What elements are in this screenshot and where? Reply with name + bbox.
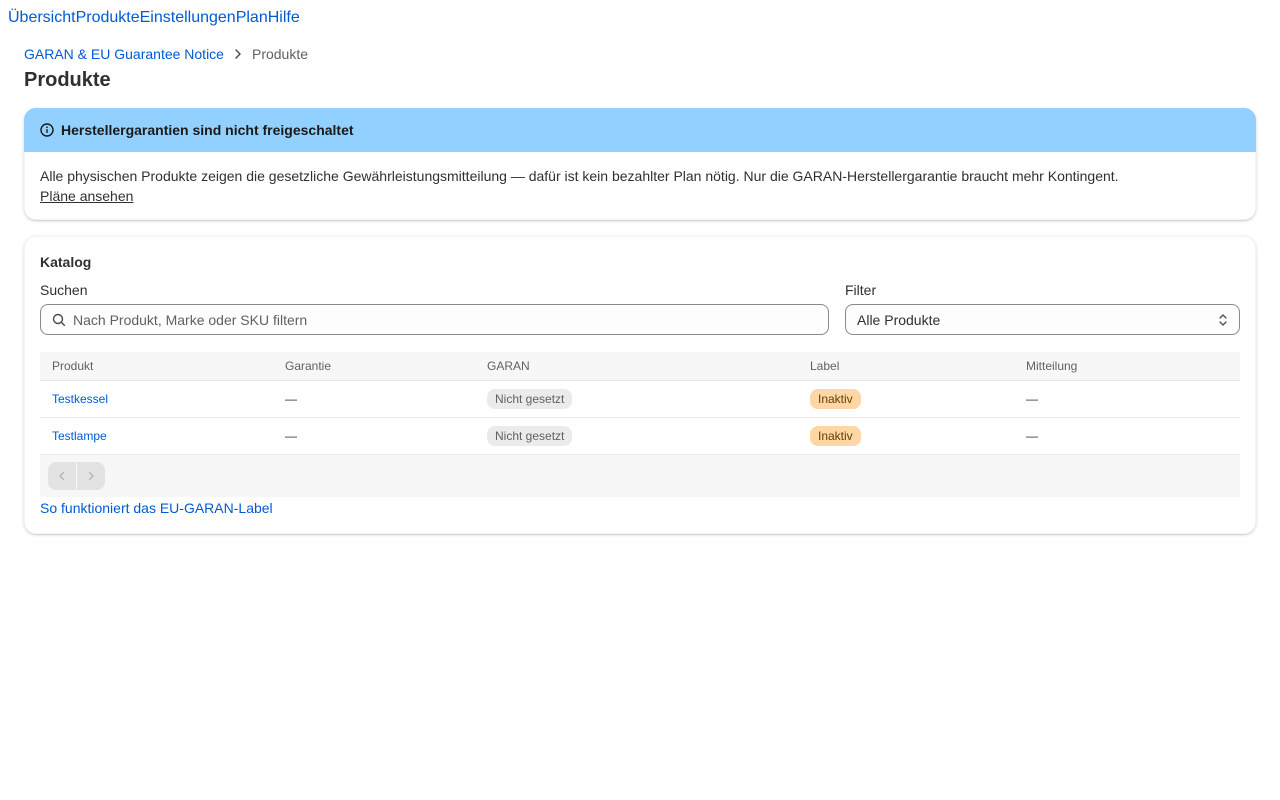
search-field[interactable] [40, 304, 829, 335]
nav-item-produkte[interactable]: Produkte [76, 8, 140, 30]
top-navigation: Übersicht Produkte Einstellungen Plan Hi… [8, 8, 300, 30]
view-plans-link[interactable]: Pläne ansehen [40, 186, 133, 206]
select-chevrons-icon [1215, 312, 1231, 328]
notice-value: — [1026, 429, 1038, 443]
garan-status-badge: Nicht gesetzt [487, 426, 573, 446]
filter-select[interactable]: Alle Produkte [845, 304, 1240, 335]
banner-title: Herstellergarantien sind nicht freigesch… [61, 122, 354, 138]
product-link[interactable]: Testlampe [52, 429, 107, 443]
filter-selected-value: Alle Produkte [857, 311, 941, 328]
label-status-badge: Inaktiv [810, 389, 861, 409]
column-header-notice: Mitteilung [1026, 359, 1078, 373]
column-header-label: Label [810, 359, 840, 373]
nav-item-einstellungen[interactable]: Einstellungen [140, 8, 236, 30]
products-table: Produkt Garantie GARAN Label Mitteilung … [40, 352, 1240, 455]
catalog-card: Katalog Suchen Filter Alle Produkte Prod… [24, 236, 1256, 534]
search-input[interactable] [73, 311, 793, 328]
notice-value: — [1026, 392, 1038, 406]
previous-page-button[interactable] [48, 462, 76, 490]
pagination [40, 455, 1240, 497]
banner-text: Alle physischen Produkte zeigen die gese… [40, 168, 1119, 184]
label-cell: Inaktiv [810, 426, 861, 446]
table-header: Produkt Garantie GARAN Label Mitteilung [40, 352, 1240, 381]
banner-body: Alle physischen Produkte zeigen die gese… [24, 152, 1256, 206]
breadcrumb-parent-link[interactable]: GARAN & EU Guarantee Notice [24, 46, 224, 62]
breadcrumb-current: Produkte [251, 46, 309, 62]
product-link[interactable]: Testkessel [52, 392, 108, 406]
eu-garan-help-link[interactable]: So funktioniert das EU-GARAN-Label [40, 500, 273, 516]
chevron-left-icon [59, 471, 65, 481]
info-icon [39, 122, 55, 138]
table-row: Testkessel — Nicht gesetzt Inaktiv — [40, 381, 1240, 418]
nav-item-plan[interactable]: Plan [236, 8, 268, 30]
chevron-right-icon [230, 46, 246, 62]
label-cell: Inaktiv [810, 389, 861, 409]
column-header-product: Produkt [52, 359, 94, 373]
search-icon [51, 312, 67, 328]
search-label: Suchen [40, 282, 88, 298]
filter-label: Filter [845, 282, 877, 298]
nav-item-uebersicht[interactable]: Übersicht [8, 8, 76, 30]
column-header-guarantee: Garantie [285, 359, 332, 373]
table-row: Testlampe — Nicht gesetzt Inaktiv — [40, 418, 1240, 455]
next-page-button[interactable] [77, 462, 105, 490]
catalog-title: Katalog [40, 254, 92, 270]
garan-status-badge: Nicht gesetzt [487, 389, 573, 409]
guarantee-value: — [285, 429, 297, 443]
breadcrumb: GARAN & EU Guarantee Notice Produkte [24, 45, 308, 63]
column-header-garan: GARAN [487, 359, 530, 373]
nav-item-hilfe[interactable]: Hilfe [268, 8, 300, 30]
info-banner: Herstellergarantien sind nicht freigesch… [24, 108, 1256, 220]
garan-cell: Nicht gesetzt [487, 426, 573, 446]
label-status-badge: Inaktiv [810, 426, 861, 446]
guarantee-value: — [285, 392, 297, 406]
page-title: Produkte [24, 69, 111, 91]
banner-header: Herstellergarantien sind nicht freigesch… [24, 108, 1256, 152]
chevron-right-icon [88, 471, 94, 481]
garan-cell: Nicht gesetzt [487, 389, 573, 409]
